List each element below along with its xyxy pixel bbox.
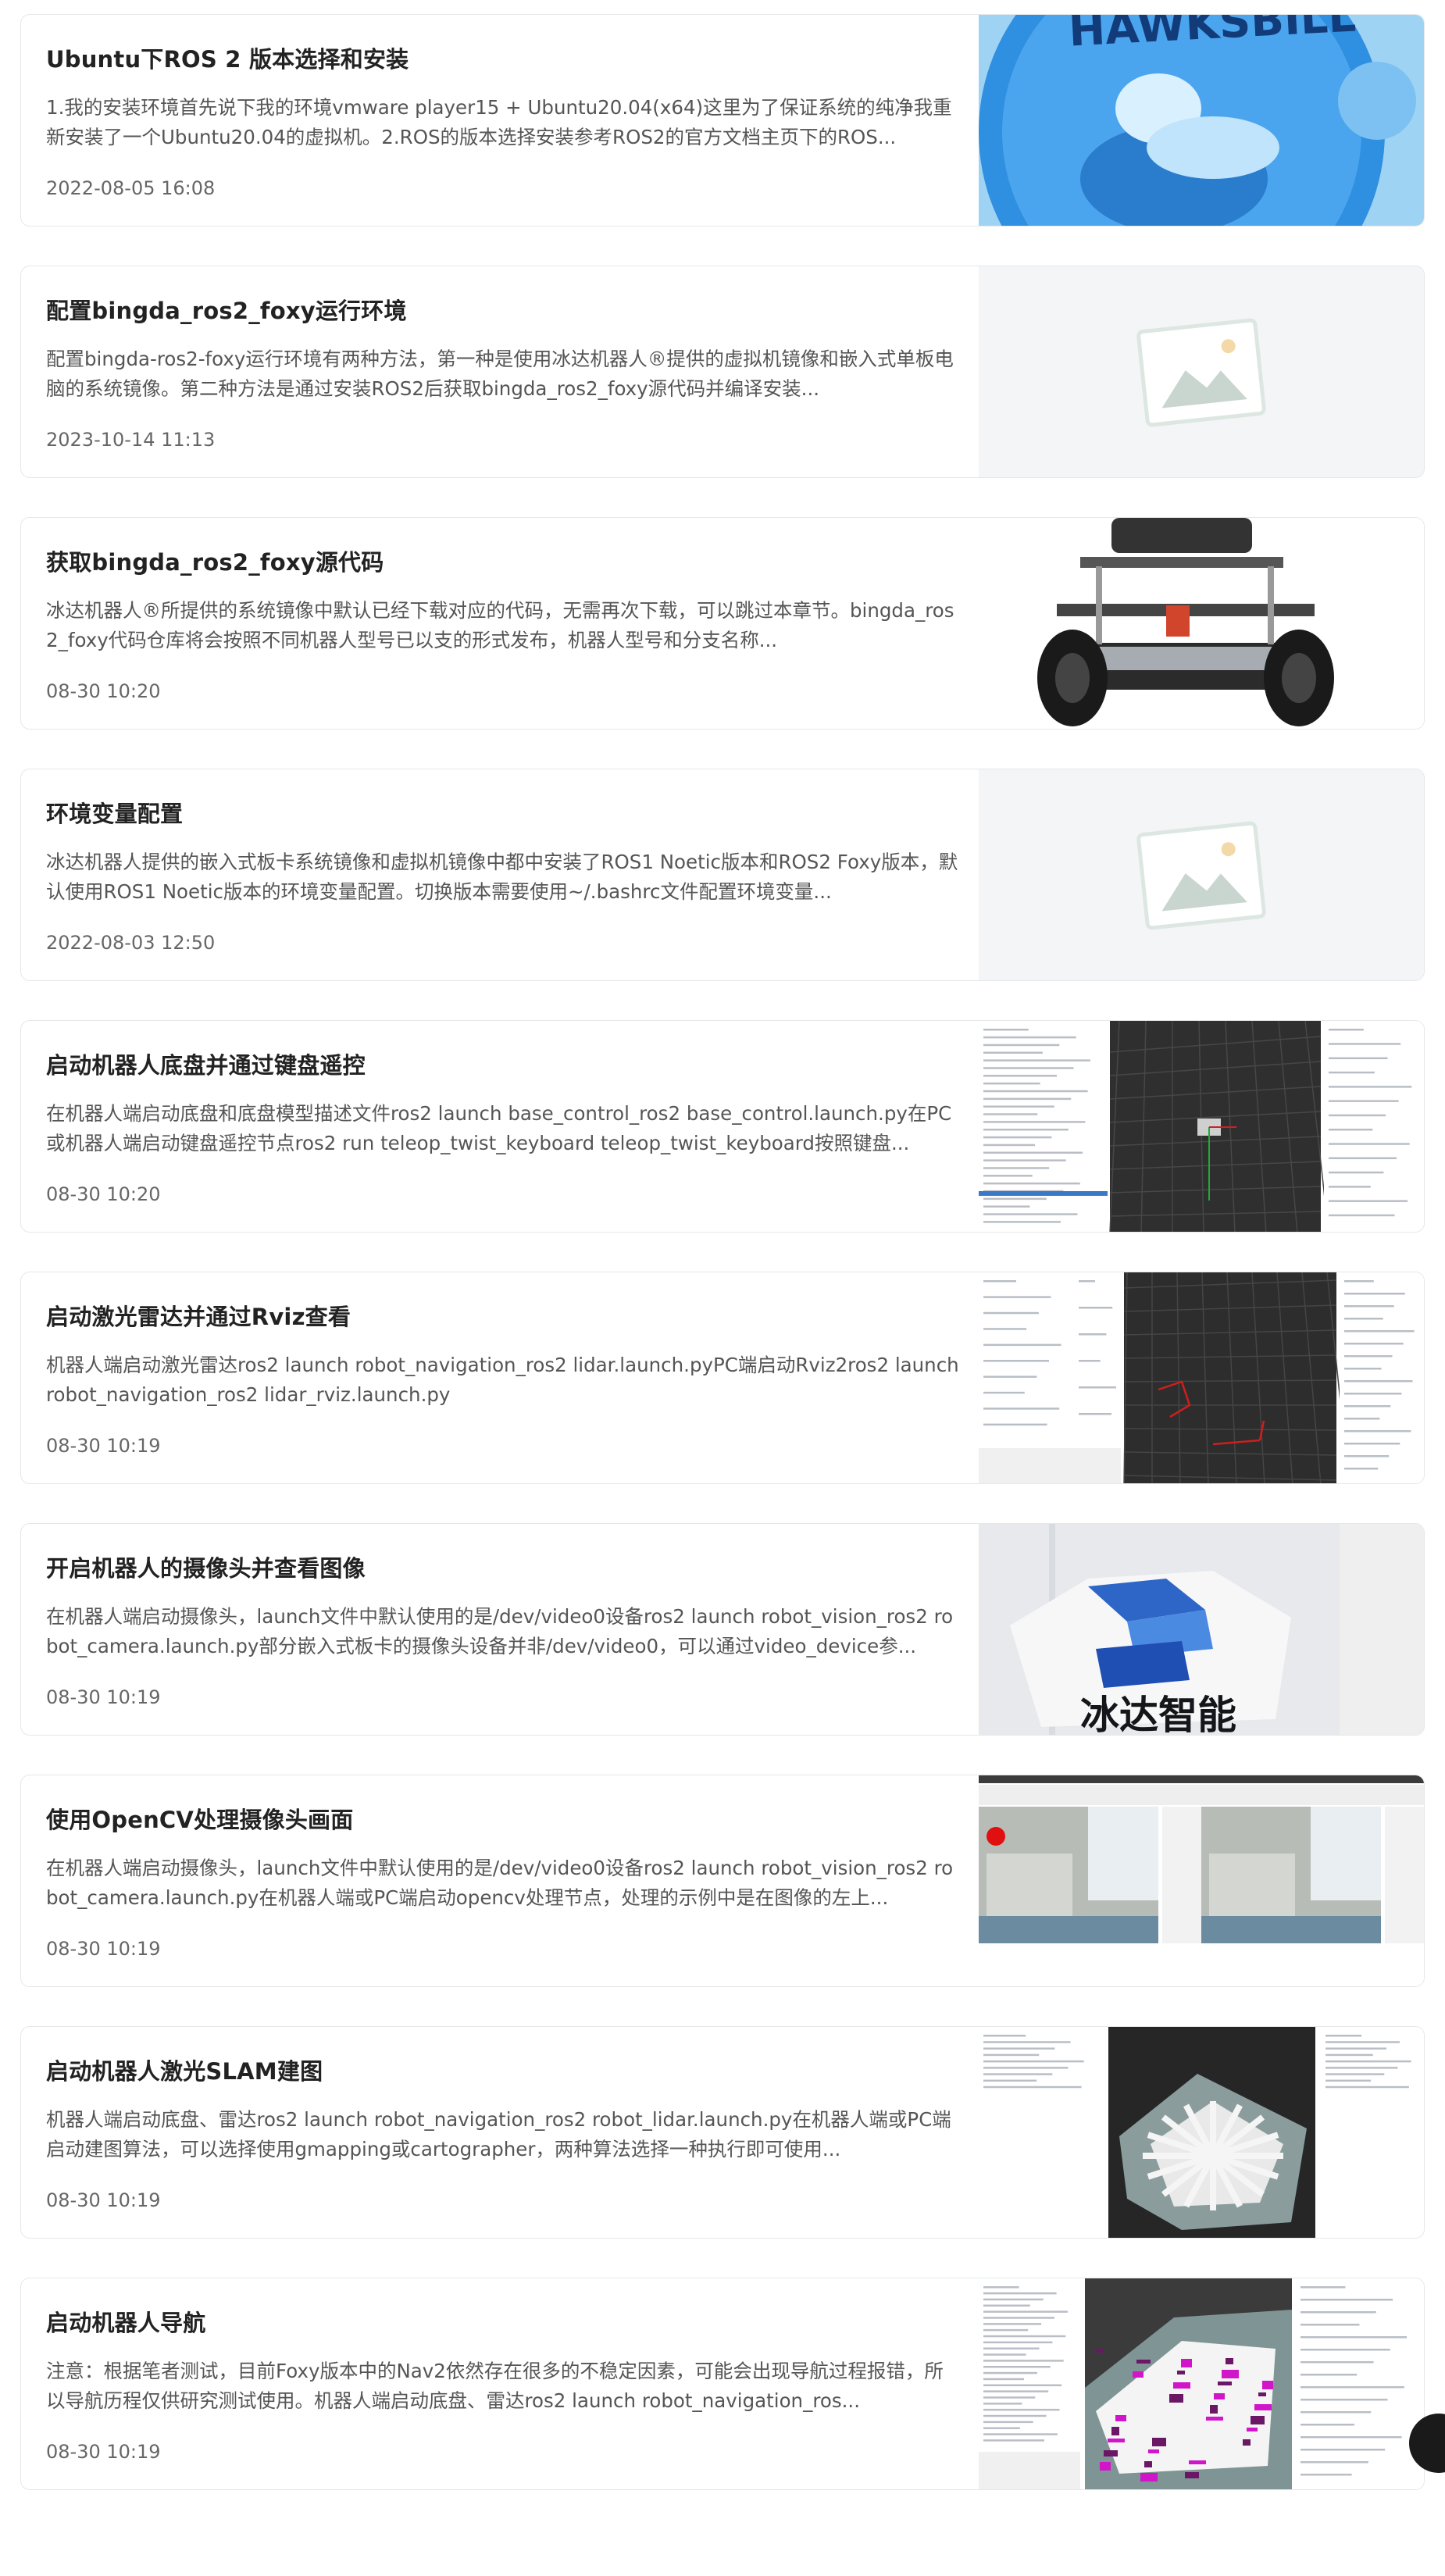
article-text: 启动机器人导航注意：根据笔者测试，目前Foxy版本中的Nav2依然存在很多的不稳… bbox=[46, 2278, 960, 2489]
article-card[interactable]: 启动机器人导航注意：根据笔者测试，目前Foxy版本中的Nav2依然存在很多的不稳… bbox=[20, 2278, 1425, 2490]
thumbnail-image bbox=[979, 518, 1424, 729]
article-date: 08-30 10:19 bbox=[46, 1435, 161, 1457]
article-summary: 在机器人端启动摄像头，launch文件中默认使用的是/dev/video0设备r… bbox=[46, 1605, 954, 1657]
article-title[interactable]: 启动机器人导航 bbox=[46, 2305, 205, 2338]
article-title[interactable]: 开启机器人的摄像头并查看图像 bbox=[46, 1550, 366, 1583]
article-thumbnail[interactable] bbox=[979, 1775, 1424, 1986]
article-date: 08-30 10:20 bbox=[46, 680, 161, 702]
article-card[interactable]: Ubuntu下ROS 2 版本选择和安装 1.我的安装环境首先说下我的环境vmwa… bbox=[20, 14, 1425, 227]
article-card[interactable]: 配置bingda_ros2_foxy运行环境配置bingda-ros2-foxy… bbox=[20, 266, 1425, 478]
article-card[interactable]: 启动机器人激光SLAM建图机器人端启动底盘、雷达ros2 launch robo… bbox=[20, 2026, 1425, 2239]
thumbnail-caption: 冰达智能 bbox=[1080, 1693, 1236, 1736]
article-title[interactable]: 启动机器人激光SLAM建图 bbox=[46, 2053, 323, 2086]
article-thumbnail[interactable] bbox=[979, 1272, 1424, 1483]
thumbnail-image bbox=[979, 769, 1424, 980]
article-title[interactable]: 启动机器人底盘并通过键盘遥控 bbox=[46, 1047, 366, 1080]
article-thumbnail[interactable] bbox=[979, 769, 1424, 980]
article-thumbnail[interactable] bbox=[979, 518, 1424, 729]
article-date: 2023-10-14 11:13 bbox=[46, 429, 216, 451]
article-summary: 配置bingda-ros2-foxy运行环境有两种方法，第一种是使用冰达机器人®… bbox=[46, 348, 954, 400]
article-date: 08-30 10:20 bbox=[46, 1183, 161, 1205]
thumbnail-image bbox=[979, 266, 1424, 477]
article-date: 08-30 10:19 bbox=[46, 2441, 161, 2463]
article-text: 启动激光雷达并通过Rviz查看机器人端启动激光雷达ros2 launch rob… bbox=[46, 1272, 960, 1483]
article-text: 获取bingda_ros2_foxy源代码冰达机器人®所提供的系统镜像中默认已经… bbox=[46, 518, 960, 729]
article-summary: 1.我的安装环境首先说下我的环境vmware player15 + Ubuntu… bbox=[46, 96, 952, 148]
article-summary: 在机器人端启动摄像头，launch文件中默认使用的是/dev/video0设备r… bbox=[46, 1857, 954, 1909]
article-summary: 冰达机器人提供的嵌入式板卡系统镜像和虚拟机镜像中都中安装了ROS1 Noetic… bbox=[46, 851, 958, 903]
article-date: 08-30 10:19 bbox=[46, 2189, 161, 2211]
article-title[interactable]: 配置bingda_ros2_foxy运行环境 bbox=[46, 293, 407, 326]
article-title[interactable]: 使用OpenCV处理摄像头画面 bbox=[46, 1802, 353, 1835]
article-summary: 机器人端启动激光雷达ros2 launch robot_navigation_r… bbox=[46, 1354, 959, 1406]
article-date: 08-30 10:19 bbox=[46, 1938, 161, 1960]
article-text: 环境变量配置冰达机器人提供的嵌入式板卡系统镜像和虚拟机镜像中都中安装了ROS1 … bbox=[46, 769, 960, 980]
article-text: Ubuntu下ROS 2 版本选择和安装 1.我的安装环境首先说下我的环境vmwa… bbox=[46, 15, 960, 226]
article-thumbnail[interactable] bbox=[979, 2278, 1424, 2489]
article-card[interactable]: 使用OpenCV处理摄像头画面在机器人端启动摄像头，launch文件中默认使用的… bbox=[20, 1775, 1425, 1987]
article-date: 08-30 10:19 bbox=[46, 1686, 161, 1708]
article-thumbnail[interactable] bbox=[979, 266, 1424, 477]
thumbnail-image bbox=[979, 1272, 1424, 1483]
article-title[interactable]: Ubuntu下ROS 2 版本选择和安装 bbox=[46, 41, 409, 74]
thumbnail-image bbox=[979, 1775, 1424, 1986]
article-title[interactable]: 环境变量配置 bbox=[46, 796, 183, 829]
article-text: 启动机器人激光SLAM建图机器人端启动底盘、雷达ros2 launch robo… bbox=[46, 2027, 960, 2238]
article-thumbnail[interactable] bbox=[979, 1021, 1424, 1232]
article-text: 使用OpenCV处理摄像头画面在机器人端启动摄像头，launch文件中默认使用的… bbox=[46, 1775, 960, 1986]
article-summary: 冰达机器人®所提供的系统镜像中默认已经下载对应的代码，无需再次下载，可以跳过本章… bbox=[46, 599, 954, 651]
article-text: 启动机器人底盘并通过键盘遥控在机器人端启动底盘和底盘模型描述文件ros2 lau… bbox=[46, 1021, 960, 1232]
thumbnail-image: HAWKSBILL bbox=[979, 15, 1424, 226]
thumbnail-image: 冰达智能 bbox=[979, 1524, 1424, 1736]
thumbnail-image bbox=[979, 1021, 1424, 1232]
article-summary: 注意：根据笔者测试，目前Foxy版本中的Nav2依然存在很多的不稳定因素，可能会… bbox=[46, 2360, 944, 2412]
thumbnail-image bbox=[979, 2027, 1424, 2238]
article-card[interactable]: 启动激光雷达并通过Rviz查看机器人端启动激光雷达ros2 launch rob… bbox=[20, 1272, 1425, 1484]
article-title[interactable]: 获取bingda_ros2_foxy源代码 bbox=[46, 544, 384, 577]
thumbnail-image bbox=[979, 2278, 1424, 2489]
article-card[interactable]: 环境变量配置冰达机器人提供的嵌入式板卡系统镜像和虚拟机镜像中都中安装了ROS1 … bbox=[20, 769, 1425, 981]
article-summary: 在机器人端启动底盘和底盘模型描述文件ros2 launch base_contr… bbox=[46, 1102, 952, 1154]
article-thumbnail[interactable]: HAWKSBILL bbox=[979, 15, 1424, 226]
article-summary: 机器人端启动底盘、雷达ros2 launch robot_navigation_… bbox=[46, 2108, 951, 2160]
article-thumbnail[interactable]: 冰达智能 bbox=[979, 1524, 1424, 1736]
article-date: 2022-08-03 12:50 bbox=[46, 932, 216, 954]
article-date: 2022-08-05 16:08 bbox=[46, 177, 216, 199]
article-title[interactable]: 启动激光雷达并通过Rviz查看 bbox=[46, 1299, 351, 1332]
article-card[interactable]: 启动机器人底盘并通过键盘遥控在机器人端启动底盘和底盘模型描述文件ros2 lau… bbox=[20, 1020, 1425, 1233]
article-card[interactable]: 获取bingda_ros2_foxy源代码冰达机器人®所提供的系统镜像中默认已经… bbox=[20, 517, 1425, 730]
article-card[interactable]: 开启机器人的摄像头并查看图像在机器人端启动摄像头，launch文件中默认使用的是… bbox=[20, 1523, 1425, 1736]
article-text: 开启机器人的摄像头并查看图像在机器人端启动摄像头，launch文件中默认使用的是… bbox=[46, 1524, 960, 1735]
article-text: 配置bingda_ros2_foxy运行环境配置bingda-ros2-foxy… bbox=[46, 266, 960, 477]
article-thumbnail[interactable] bbox=[979, 2027, 1424, 2238]
